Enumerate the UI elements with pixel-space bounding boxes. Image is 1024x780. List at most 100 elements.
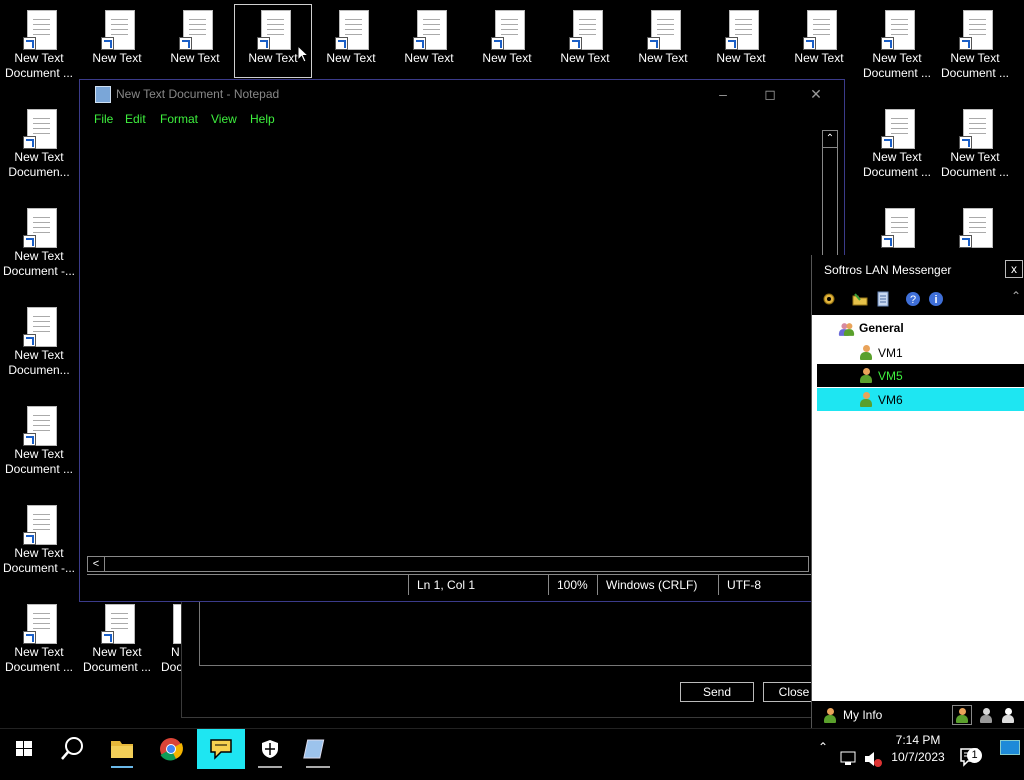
file-label: New Text <box>560 51 610 65</box>
text-file-icon <box>647 10 681 50</box>
group-label: General <box>859 321 904 335</box>
notepad-window: New Text Document - Notepad – ◻ ✕ File E… <box>79 79 845 602</box>
status-bar: Ln 1, Col 1 100% Windows (CRLF) UTF-8 <box>87 574 812 595</box>
horizontal-scrollbar[interactable]: < <box>87 556 809 572</box>
text-file-icon <box>725 10 759 50</box>
text-editor[interactable] <box>87 130 817 555</box>
desktop-file-icon[interactable]: New Text <box>547 8 623 66</box>
file-label: New Text <box>482 51 532 65</box>
desktop-file-icon[interactable]: New Text Document ... <box>937 107 1013 180</box>
contact-item-selected[interactable]: VM6 <box>817 388 1024 411</box>
info-icon[interactable]: i <box>928 291 944 307</box>
tray-overflow-chevron-icon[interactable]: ⌃ <box>818 740 828 780</box>
title-bar[interactable]: New Text Document - Notepad – ◻ ✕ <box>80 80 844 108</box>
contact-item[interactable]: VM1 <box>817 341 1024 364</box>
open-folder-icon[interactable] <box>852 291 868 307</box>
start-windows-icon[interactable] <box>0 729 48 769</box>
desktop-file-icon[interactable]: New Text Document ... <box>937 8 1013 81</box>
desktop-file-icon[interactable]: New Text Document -... <box>1 206 77 279</box>
text-file-icon <box>23 109 57 149</box>
desktop-file-icon[interactable]: New Text Document ... <box>1 8 77 81</box>
desktop-file-icon[interactable] <box>859 206 935 249</box>
settings-gear-icon[interactable] <box>821 291 837 307</box>
file-label: Documen... <box>8 363 70 377</box>
text-file-icon <box>491 10 525 50</box>
help-icon[interactable]: ? <box>905 291 921 307</box>
notepad-taskbar-icon[interactable] <box>294 729 342 769</box>
scroll-up-icon[interactable]: ⌃ <box>823 131 837 148</box>
file-label: New Text <box>170 51 220 65</box>
clock[interactable]: 7:14 PM 10/7/2023 <box>889 732 947 766</box>
contact-name: VM5 <box>878 369 903 383</box>
file-label: New Text <box>638 51 688 65</box>
menu-edit[interactable]: Edit <box>125 112 146 126</box>
messenger-taskbar-button[interactable] <box>197 729 245 769</box>
desktop-file-icon[interactable]: New Text Document ... <box>859 8 935 81</box>
desktop-file-icon[interactable]: New Text Document ... <box>79 602 155 675</box>
menu-help[interactable]: Help <box>250 112 275 126</box>
messenger-window: Softros LAN Messenger x ? i ⌃ General VM… <box>811 255 1024 729</box>
desktop-file-icon[interactable]: New Text <box>391 8 467 66</box>
desktop-file-icon[interactable]: New Text Document -... <box>1 503 77 576</box>
text-file-icon <box>959 10 993 50</box>
file-label: New Text <box>404 51 454 65</box>
send-button[interactable]: Send <box>680 682 754 702</box>
collapse-chevron-icon[interactable]: ⌃ <box>1011 289 1021 303</box>
file-label: Document ... <box>4 660 74 674</box>
desktop-file-icon[interactable]: New Text Document ... <box>859 107 935 180</box>
message-input[interactable] <box>199 601 821 666</box>
my-info-link[interactable]: My Info <box>843 708 882 722</box>
desktop-file-icon[interactable]: New Text Documen... <box>1 107 77 180</box>
file-label: New Text <box>326 51 376 65</box>
status-away-icon[interactable] <box>979 708 993 723</box>
close-button[interactable]: x <box>1005 260 1023 278</box>
history-log-icon[interactable] <box>875 291 891 307</box>
contact-item[interactable]: VM5 <box>817 364 1024 387</box>
menu-format[interactable]: Format <box>160 112 198 126</box>
group-general[interactable]: General <box>837 321 904 341</box>
text-file-icon <box>569 10 603 50</box>
desktop-file-icon[interactable]: New Text <box>157 8 233 66</box>
clock-date: 10/7/2023 <box>891 750 945 764</box>
desktop-file-icon[interactable]: New Text <box>625 8 701 66</box>
desktop-file-icon[interactable]: New Text <box>781 8 857 66</box>
desktop-file-icon[interactable]: New Text <box>469 8 545 66</box>
scroll-left-icon[interactable]: < <box>88 557 105 571</box>
file-explorer-icon[interactable] <box>98 729 146 769</box>
taskbar: ⌃ 7:14 PM 10/7/2023 1 <box>0 728 1024 769</box>
file-label: New Text <box>872 150 922 164</box>
chrome-icon[interactable] <box>147 729 195 769</box>
encoding: UTF-8 <box>718 575 807 595</box>
status-offline-icon[interactable] <box>1001 708 1015 723</box>
menu-file[interactable]: File <box>94 112 113 126</box>
file-label: Document ... <box>4 66 74 80</box>
desktop-file-icon-selected[interactable]: New Text <box>234 4 312 78</box>
desktop-file-icon[interactable]: New Text <box>313 8 389 66</box>
desktop-file-icon[interactable]: New Text Document ... <box>1 602 77 675</box>
messenger-footer: My Info <box>812 701 1024 729</box>
desktop-file-icon[interactable]: New Text <box>703 8 779 66</box>
user-online-icon <box>859 345 873 360</box>
desktop-file-icon[interactable]: New Text Documen... <box>1 305 77 378</box>
my-info-icon <box>823 708 837 723</box>
show-desktop-icon[interactable] <box>1000 740 1020 755</box>
search-icon[interactable] <box>48 729 96 769</box>
menu-view[interactable]: View <box>211 112 237 126</box>
close-button[interactable]: ✕ <box>793 80 839 108</box>
desktop-file-icon[interactable]: New Text Document ... <box>1 404 77 477</box>
text-file-icon <box>413 10 447 50</box>
text-file-icon <box>881 10 915 50</box>
minimize-button[interactable]: – <box>700 80 746 108</box>
network-icon[interactable] <box>838 739 860 779</box>
volume-muted-icon[interactable] <box>862 739 884 779</box>
user-online-icon <box>859 368 873 383</box>
messenger-title-bar[interactable]: Softros LAN Messenger x <box>812 255 1024 283</box>
desktop-file-icon[interactable] <box>937 206 1013 249</box>
file-label: New Text <box>950 150 1000 164</box>
maximize-button[interactable]: ◻ <box>747 80 793 108</box>
file-label: New Text <box>92 51 142 65</box>
desktop-file-icon[interactable]: N Doc <box>157 602 203 675</box>
desktop-file-icon[interactable]: New Text <box>79 8 155 66</box>
security-shield-icon[interactable] <box>246 729 294 769</box>
status-online-button[interactable] <box>952 705 972 725</box>
